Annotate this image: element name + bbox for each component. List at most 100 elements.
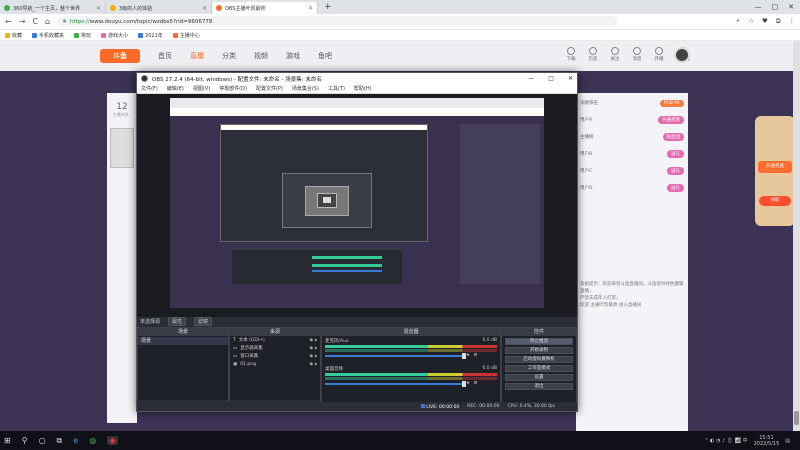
scrollbar-thumb[interactable] — [794, 411, 799, 425]
slider-handle[interactable] — [461, 381, 466, 387]
douyu-logo[interactable]: 斗鱼 — [100, 49, 140, 63]
menu-file[interactable]: 文件(F) — [141, 85, 158, 92]
bookmark-star-icon[interactable]: ☆ — [748, 17, 754, 26]
tab-close-icon[interactable]: ✕ — [202, 5, 207, 12]
volume-slider[interactable] — [325, 381, 466, 387]
filters-button[interactable]: 滤镜 — [194, 317, 213, 326]
nav-category[interactable]: 分类 — [222, 51, 236, 61]
favorite-icon[interactable]: ♥ — [762, 17, 768, 26]
eye-icon[interactable]: ◉ 🔒︎ — [309, 345, 317, 351]
menu-tools[interactable]: 工具(T) — [328, 85, 345, 92]
header-follow[interactable]: 关注 — [611, 47, 620, 62]
menu-profile[interactable]: 配置文件(P) — [256, 85, 283, 92]
home-button[interactable]: ⌂ — [45, 17, 50, 26]
tab-douyu[interactable]: OBS主播叶凯最帅 ✕ — [212, 2, 318, 14]
promo-button[interactable]: 开通贵族 — [758, 161, 792, 173]
obs-docks: 场景 场景 + — ⌃ ⌄ 来源 T文本 (GDI+) ◉ 🔒︎ ▭显示器采集 ◉ … — [137, 327, 577, 411]
windows-start-icon[interactable]: ⊞ — [4, 436, 11, 445]
anchor-thumbnail[interactable] — [110, 128, 134, 168]
user-avatar[interactable] — [674, 47, 690, 63]
maximize-button[interactable]: □ — [772, 3, 779, 11]
nav-home[interactable]: 首页 — [158, 51, 172, 61]
source-item[interactable]: ▭ 窗口采集 ◉ 🔒︎ — [230, 352, 320, 360]
header-history[interactable]: 历史 — [589, 47, 598, 62]
eye-icon[interactable]: ◉ 🔒︎ — [309, 337, 317, 343]
nav-game[interactable]: 游戏 — [286, 51, 300, 61]
gear-icon[interactable]: ⚙ — [473, 381, 477, 386]
tab-close-icon[interactable]: ✕ — [96, 5, 101, 12]
reload-button[interactable]: C — [32, 17, 38, 26]
start-recording-button[interactable]: 开始录制 — [505, 347, 573, 354]
extension-icon[interactable]: ⚡ — [736, 17, 741, 26]
task-view-icon[interactable]: ⧉ — [57, 436, 63, 446]
eye-icon[interactable]: ◉ 🔒︎ — [309, 361, 317, 367]
bookmark-item[interactable]: 常玩 — [74, 32, 91, 39]
menu-docks[interactable]: 停靠部件(D) — [219, 85, 247, 92]
menu-help[interactable]: 帮助(H) — [354, 85, 372, 92]
side-row-button[interactable]: 粉丝团 — [662, 133, 684, 141]
tray-icons[interactable]: ⌃ ◐ ◔ ♪ 🔋︎ 📶︎ 中 — [704, 437, 747, 444]
side-row-button[interactable]: 送礼 — [667, 167, 684, 175]
cpu-status: CPU: 0.4%, 30.00 fps — [507, 404, 556, 409]
obs-minimize-button[interactable]: — — [528, 75, 534, 82]
settings-button[interactable]: 设置 — [505, 374, 573, 381]
bookmark-item[interactable]: 游戏大小 — [101, 32, 128, 39]
virtual-camera-button[interactable]: 启动虚拟摄像机 — [505, 356, 573, 363]
speaker-icon[interactable]: 🔊︎ — [467, 380, 470, 386]
promo-banner[interactable]: 开通贵族 领取 — [755, 116, 795, 226]
notification-icon[interactable]: ▤ — [785, 438, 790, 444]
browser-360-icon[interactable]: ◍ — [89, 436, 96, 445]
source-item[interactable]: ▭ 显示器采集 ◉ 🔒︎ — [230, 344, 320, 352]
source-item[interactable]: T 文本 (GDI+) ◉ 🔒︎ — [230, 336, 320, 344]
obs-maximize-button[interactable]: □ — [548, 75, 554, 82]
source-item[interactable]: ▣ 01.png ◉ 🔒︎ — [230, 360, 320, 368]
menu-icon[interactable]: ⋮ — [789, 17, 796, 26]
minimize-button[interactable]: — — [755, 3, 762, 11]
nav-live[interactable]: 直播 — [190, 51, 204, 61]
bookmark-item[interactable]: 主播中心 — [172, 32, 200, 39]
side-row-button[interactable]: 送礼 — [667, 184, 684, 192]
obs-close-button[interactable]: ✕ — [568, 75, 573, 82]
menu-view[interactable]: 视图(V) — [193, 85, 210, 92]
nav-video[interactable]: 视频 — [254, 51, 268, 61]
side-row-button[interactable]: 送礼 — [667, 150, 684, 158]
cortana-icon[interactable]: ○ — [39, 436, 46, 445]
menu-edit[interactable]: 编辑(E) — [167, 85, 184, 92]
studio-mode-button[interactable]: 工作室模式 — [505, 365, 573, 372]
new-tab-button[interactable]: + — [318, 2, 338, 12]
forward-button[interactable]: → — [19, 17, 26, 26]
search-icon[interactable]: ⚲ — [22, 436, 28, 445]
close-button[interactable]: ✕ — [788, 3, 794, 11]
slider-handle[interactable] — [461, 353, 466, 359]
nav-yuba[interactable]: 鱼吧 — [318, 51, 332, 61]
collections-icon[interactable]: ⧉ — [776, 17, 781, 26]
gear-icon[interactable]: ⚙ — [473, 353, 477, 358]
edge-icon[interactable]: e — [73, 436, 78, 445]
url-field[interactable]: 🔒︎ https://www.douyu.com/topic/wzdbs5?ri… — [57, 16, 618, 27]
back-button[interactable]: ← — [5, 17, 12, 26]
promo-claim-button[interactable]: 领取 — [759, 196, 791, 206]
stop-streaming-button[interactable]: 停止推流 — [505, 338, 573, 345]
header-broadcast[interactable]: 开播 — [655, 47, 664, 62]
bookmark-item[interactable]: 手机收藏夹 — [32, 32, 64, 39]
clock[interactable]: 15:51 2022/5/15 — [754, 435, 780, 447]
tab-close-icon[interactable]: ✕ — [308, 5, 313, 12]
menu-scene-collection[interactable]: 场景集合(S) — [292, 85, 319, 92]
scene-item[interactable]: 场景 — [138, 337, 228, 345]
header-messages[interactable]: 消息 — [633, 47, 642, 62]
side-row-button[interactable]: PCB PK — [659, 99, 684, 107]
page-scrollbar[interactable] — [793, 41, 800, 431]
exit-button[interactable]: 退出 — [505, 383, 573, 390]
obs-icon[interactable]: ◉ — [107, 436, 119, 445]
side-row-button[interactable]: 开通贵族 — [658, 116, 684, 124]
bookmark-item[interactable]: 2021年 — [138, 32, 163, 39]
volume-slider[interactable] — [325, 353, 466, 359]
properties-button[interactable]: 属性 — [168, 317, 187, 326]
obs-preview[interactable] — [137, 94, 577, 317]
header-download[interactable]: 下载 — [567, 47, 576, 62]
eye-icon[interactable]: ◉ 🔒︎ — [309, 353, 317, 359]
tab-360-nav[interactable]: 360导航_一个主页，整个世界 ✕ — [0, 2, 106, 14]
speaker-icon[interactable]: 🔊︎ — [467, 352, 470, 358]
bookmark-item[interactable]: 收藏 — [5, 32, 22, 39]
tab-second[interactable]: 3级的人的体验 ✕ — [106, 2, 212, 14]
